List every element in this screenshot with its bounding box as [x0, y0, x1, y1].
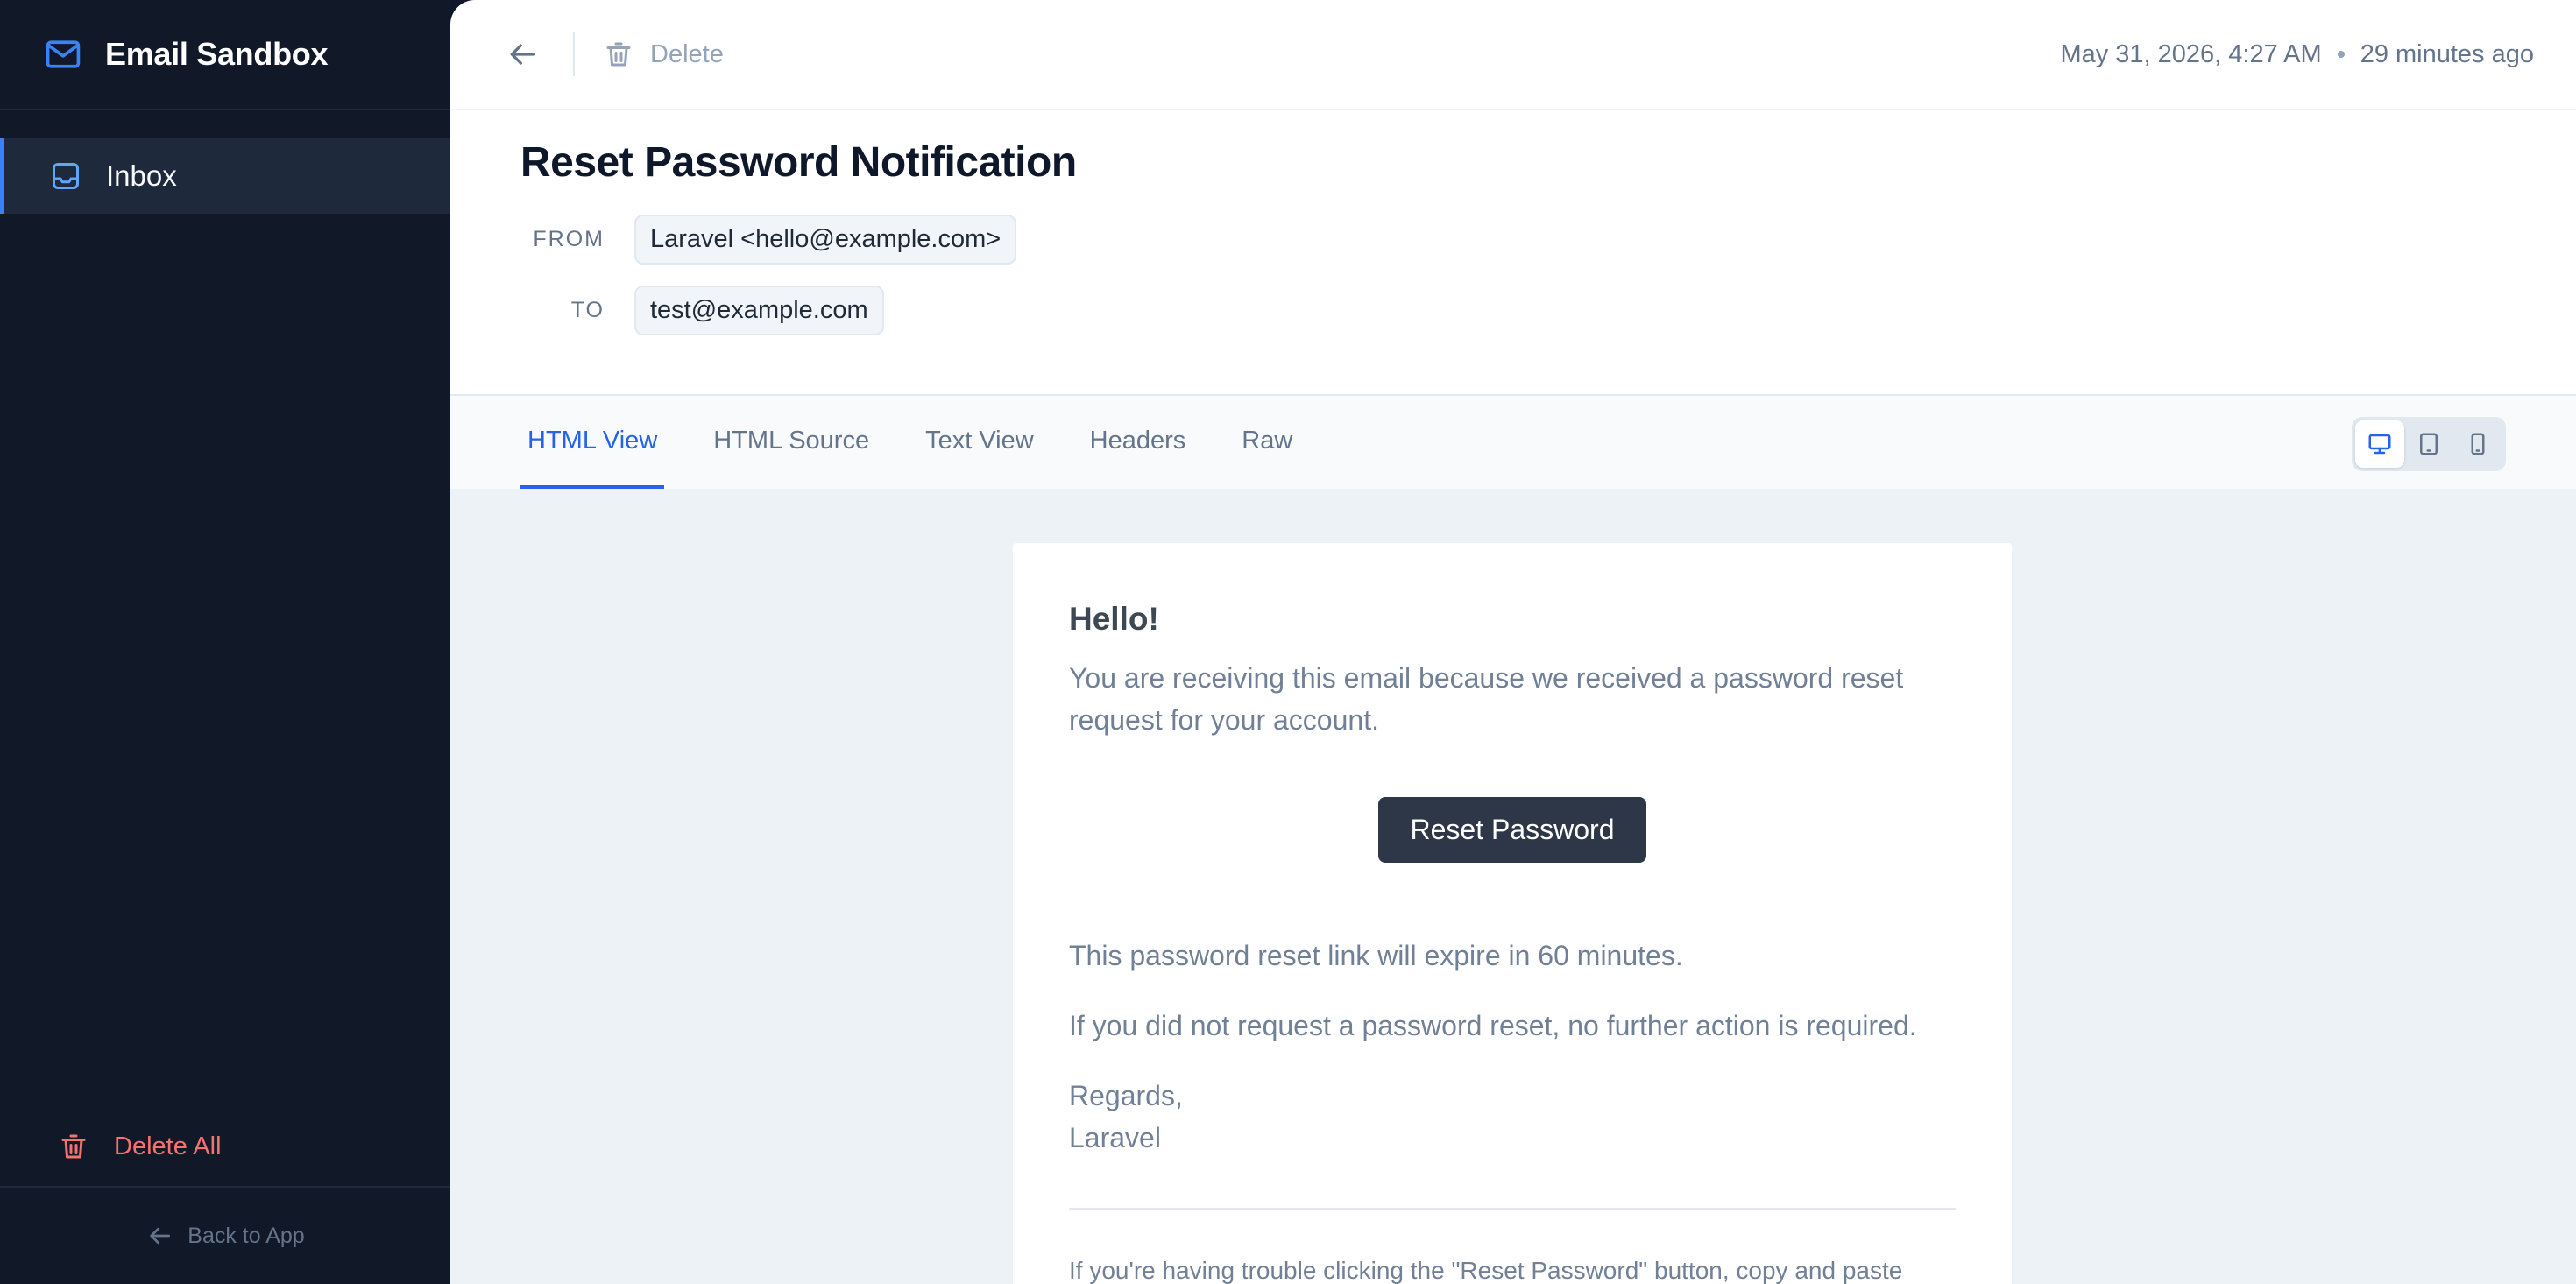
email-regards: Regards,: [1069, 1080, 1183, 1111]
desktop-view-button[interactable]: [2355, 420, 2404, 468]
sidebar: Email Sandbox Inbox Delete All Back to A…: [0, 0, 450, 1284]
email-signature: Laravel: [1069, 1122, 1161, 1153]
to-label: TO: [570, 298, 605, 322]
desktop-icon: [2368, 434, 2391, 455]
from-label: FROM: [533, 227, 605, 251]
sidebar-item-label: Inbox: [106, 159, 177, 192]
trash-icon: [58, 1131, 89, 1162]
trash-icon: [603, 39, 634, 70]
message-toolbar: Delete May 31, 2026, 4:27 AM 29 minutes …: [450, 0, 2576, 110]
tab-headers[interactable]: Headers: [1083, 396, 1193, 489]
back-button[interactable]: [491, 23, 554, 86]
message-relative-time: 29 minutes ago: [2360, 39, 2534, 68]
inbox-icon: [50, 160, 81, 192]
tab-text-view[interactable]: Text View: [918, 396, 1041, 489]
email-subcopy: If you're having trouble clicking the "R…: [1069, 1257, 1903, 1284]
sidebar-nav: Inbox: [0, 110, 450, 214]
message-header: Reset Password Notification FROM Laravel…: [450, 110, 2576, 394]
app-title: Email Sandbox: [105, 36, 329, 72]
to-row: TO test@example.com: [520, 286, 2506, 335]
email-no-action-text: If you did not request a password reset,…: [1069, 1010, 1917, 1041]
email-expiry-text: This password reset link will expire in …: [1069, 940, 1683, 971]
arrow-left-icon: [510, 44, 535, 65]
device-size-toggle: [2352, 417, 2506, 471]
email-intro: You are receiving this email because we …: [1069, 662, 1904, 736]
reset-password-button[interactable]: Reset Password: [1377, 797, 1647, 863]
from-address: Laravel <hello@example.com>: [634, 215, 1017, 265]
tab-html-view[interactable]: HTML View: [520, 396, 665, 489]
message-panel: Delete May 31, 2026, 4:27 AM 29 minutes …: [450, 0, 2576, 1284]
message-date: May 31, 2026, 4:27 AM: [2060, 39, 2322, 68]
email-preview: Hello! You are receiving this email beca…: [450, 489, 2576, 1284]
email-greeting: Hello!: [1069, 601, 1159, 637]
tablet-view-button[interactable]: [2404, 420, 2453, 468]
delete-label: Delete: [650, 39, 724, 68]
tab-html-source[interactable]: HTML Source: [706, 396, 876, 489]
arrow-left-icon: [145, 1222, 173, 1250]
delete-all-label: Delete All: [114, 1132, 222, 1161]
back-to-app-label: Back to App: [188, 1223, 305, 1248]
view-tabs: HTML View HTML Source Text View Headers …: [450, 394, 2576, 490]
sidebar-item-inbox[interactable]: Inbox: [0, 138, 450, 214]
from-row: FROM Laravel <hello@example.com>: [520, 215, 2506, 265]
mobile-icon: [2471, 433, 2485, 455]
email-signoff: Regards, Laravel: [1069, 1075, 1956, 1159]
message-timestamp: May 31, 2026, 4:27 AM 29 minutes ago: [2060, 40, 2534, 69]
mobile-view-button[interactable]: [2453, 420, 2502, 468]
tab-raw[interactable]: Raw: [1235, 396, 1299, 489]
mail-icon: [44, 35, 82, 74]
to-address: test@example.com: [634, 286, 884, 335]
app-brand: Email Sandbox: [0, 0, 450, 110]
delete-all-button[interactable]: Delete All: [0, 1107, 450, 1186]
email-divider: [1069, 1208, 1956, 1210]
delete-button[interactable]: Delete: [603, 39, 724, 70]
email-body: Hello! You are receiving this email beca…: [1013, 543, 2012, 1284]
tablet-icon: [2420, 433, 2438, 455]
back-to-app-link[interactable]: Back to App: [0, 1186, 450, 1284]
toolbar-divider: [573, 32, 575, 76]
message-subject: Reset Password Notification: [520, 139, 1077, 186]
separator-dot: [2337, 51, 2345, 58]
